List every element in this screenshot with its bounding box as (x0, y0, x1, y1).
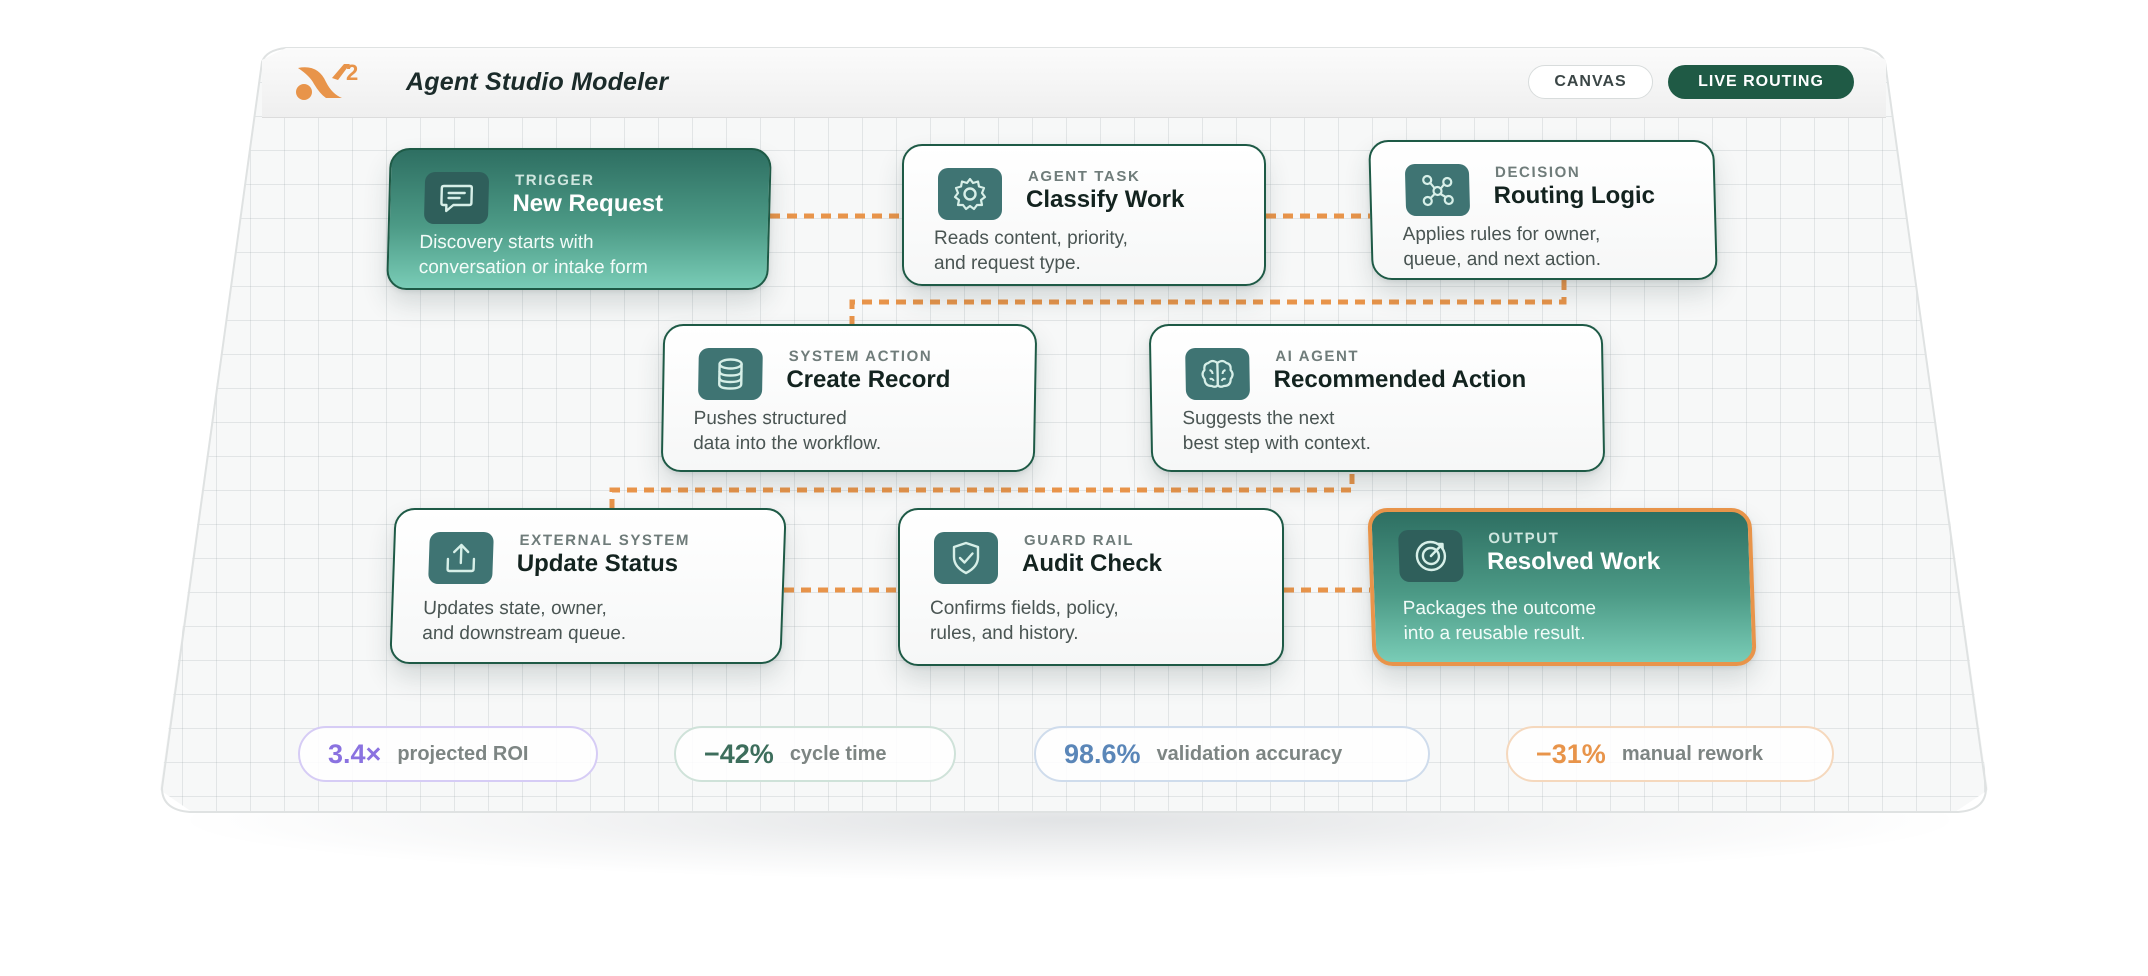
node-kicker: AGENT TASK (1028, 168, 1141, 185)
node-kicker: EXTERNAL SYSTEM (519, 532, 691, 549)
metric-value: 3.4× (328, 738, 382, 769)
metric-label: projected ROI (397, 742, 529, 765)
node-audit-check[interactable]: GUARD RAIL Audit Check Confirms fields, … (898, 508, 1284, 666)
modeler-canvas[interactable] (160, 48, 1988, 812)
node-kicker: DECISION (1494, 164, 1581, 181)
brain-icon (1201, 359, 1234, 388)
node-kicker: TRIGGER (514, 172, 595, 189)
node-icon-box (934, 532, 998, 584)
metric-value: −31% (1536, 738, 1606, 769)
shield-check-icon (952, 541, 980, 575)
gear-icon (953, 177, 987, 211)
node-title: Audit Check (1022, 550, 1163, 577)
app-logo: 2 (296, 60, 358, 100)
node-description: Packages the outcome into a reusable resu… (1402, 598, 1597, 644)
metric-label: manual rework (1621, 742, 1763, 765)
node-update-status[interactable]: EXTERNAL SYSTEM Update Status Updates st… (389, 508, 787, 664)
node-title: Recommended Action (1273, 366, 1527, 393)
node-icon-box (1404, 164, 1471, 216)
metric-label: validation accuracy (1156, 742, 1343, 765)
canvas-grid (160, 48, 1988, 812)
chat-icon (440, 184, 474, 213)
node-kicker: AI AGENT (1275, 348, 1360, 365)
metric-manual-rework: −31% manual rework (1506, 726, 1834, 782)
node-create-record[interactable]: SYSTEM ACTION Create Record Pushes struc… (660, 324, 1038, 472)
database-icon (718, 358, 743, 390)
node-routing-logic[interactable]: DECISION Routing Logic Applies rules for… (1368, 140, 1718, 280)
node-description: Applies rules for owner, queue, and next … (1402, 224, 1602, 270)
node-resolved-work[interactable]: OUTPUT Resolved Work Packages the outcom… (1367, 508, 1757, 666)
upload-icon (446, 543, 476, 573)
node-classify-work[interactable]: AGENT TASK Classify Work Reads content, … (902, 144, 1266, 286)
canvas-button[interactable]: CANVAS (1528, 65, 1653, 99)
network-icon (1422, 174, 1454, 207)
metric-label: cycle time (789, 742, 887, 765)
node-icon-box (697, 348, 763, 400)
node-icon-box (423, 172, 490, 224)
logo-superscript: 2 (346, 60, 358, 85)
metric-cycle-time: −42% cycle time (674, 726, 956, 782)
metric-value: −42% (704, 738, 774, 769)
node-description: Updates state, owner, and downstream queu… (421, 598, 627, 644)
app-title: Agent Studio Modeler (406, 68, 669, 96)
node-title: New Request (512, 190, 664, 217)
node-recommended-action[interactable]: AI AGENT Recommended Action Suggests the… (1148, 324, 1606, 472)
node-description: Confirms fields, policy, rules, and histo… (930, 598, 1119, 644)
live-routing-button[interactable]: LIVE ROUTING (1668, 65, 1854, 99)
node-description: Reads content, priority, and request type… (934, 228, 1128, 274)
node-description: Discovery starts with conversation or int… (418, 232, 649, 278)
metric-validation-accuracy: 98.6% validation accuracy (1034, 726, 1430, 782)
node-description: Suggests the next best step with context. (1182, 408, 1371, 454)
node-kicker: SYSTEM ACTION (788, 348, 933, 365)
node-title: Create Record (786, 366, 951, 393)
node-description: Pushes structured data into the workflow. (693, 408, 882, 454)
node-title: Classify Work (1026, 186, 1185, 213)
metric-value: 98.6% (1064, 738, 1141, 769)
target-icon (1415, 540, 1447, 572)
node-title: Routing Logic (1493, 182, 1656, 209)
node-new-request[interactable]: TRIGGER New Request Discovery starts wit… (386, 148, 772, 290)
node-icon-box (938, 168, 1002, 220)
node-kicker: OUTPUT (1488, 530, 1560, 547)
metric-roi: 3.4× projected ROI (298, 726, 598, 782)
node-icon-box (1185, 348, 1251, 400)
node-icon-box (1398, 530, 1464, 582)
node-icon-box (428, 532, 494, 584)
node-title: Update Status (516, 550, 679, 577)
node-title: Resolved Work (1486, 548, 1661, 575)
node-kicker: GUARD RAIL (1024, 532, 1135, 549)
